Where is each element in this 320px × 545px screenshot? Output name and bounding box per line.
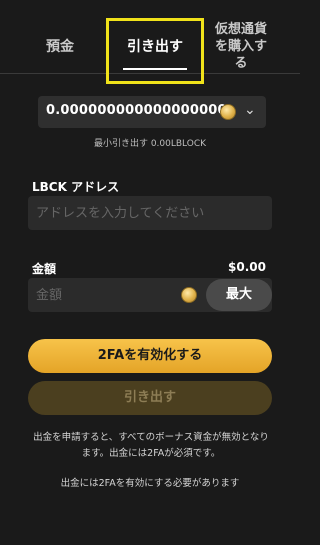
address-label: LBCK アドレス	[32, 180, 120, 194]
withdraw-button[interactable]: 引き出す	[28, 381, 272, 415]
chevron-down-icon: ⌄	[244, 102, 256, 118]
address-input[interactable]	[28, 196, 272, 230]
amount-label: 金額	[32, 262, 57, 276]
max-button[interactable]: 最大	[206, 279, 272, 311]
tab-withdraw-label: 引き出す	[127, 39, 183, 55]
balance-value: $0.00	[228, 260, 266, 274]
tab-deposit[interactable]: 預金	[38, 38, 82, 56]
coin-icon	[220, 104, 236, 120]
enable-2fa-button[interactable]: 2FAを有効化する	[28, 339, 272, 373]
coin-icon	[181, 287, 197, 303]
active-tab-underline	[123, 68, 187, 70]
currency-balance: 0.000000000000000000	[46, 103, 227, 118]
min-withdraw-text: 最小引き出す 0.00LBLOCK	[93, 139, 207, 149]
wallet-tabs: 預金 引き出す 仮想通貨を購入する	[0, 0, 300, 84]
currency-select[interactable]: 0.000000000000000000 ⌄	[38, 96, 266, 128]
tab-withdraw[interactable]: 引き出す	[106, 18, 204, 84]
require-2fa-text: 出金には2FAを有効にする必要があります	[60, 478, 240, 489]
tab-buy-crypto[interactable]: 仮想通貨を購入する	[210, 21, 272, 72]
bonus-warning-text: 出金を申請すると、すべてのボーナス資金が無効となります。出金には2FAが必須です…	[33, 432, 269, 459]
